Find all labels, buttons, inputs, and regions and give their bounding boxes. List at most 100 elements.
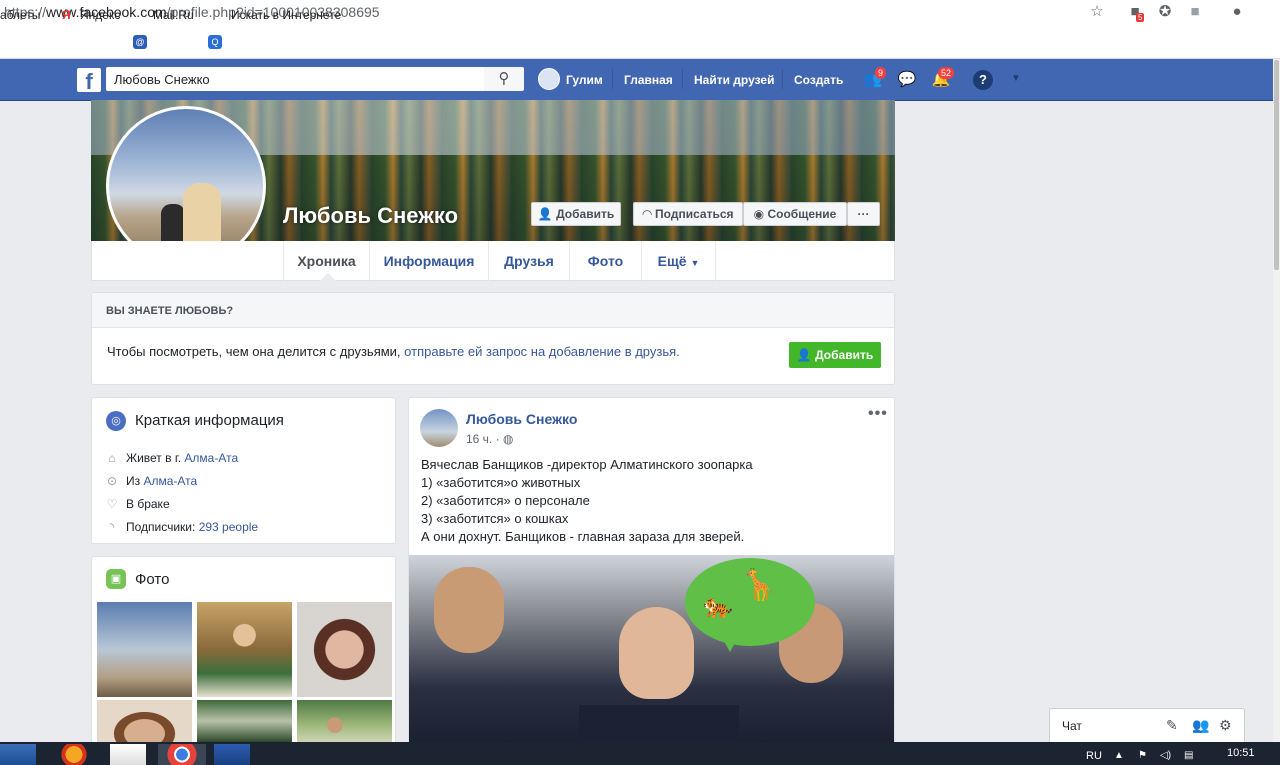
- followers-label: Подписчики:: [126, 520, 199, 534]
- do-you-know-text: Чтобы посмотреть, чем она делится с друз…: [107, 344, 680, 359]
- add-friend-label: Добавить: [556, 207, 615, 221]
- globe-privacy-icon: ◍: [502, 432, 514, 446]
- lives-in-label: Живет в г.: [126, 451, 185, 465]
- followers-count-link[interactable]: 293 people: [199, 520, 258, 534]
- photo-thumbnail[interactable]: [297, 700, 392, 742]
- post-image-person: [619, 607, 694, 699]
- home-icon: ⌂: [108, 451, 116, 465]
- tray-up-chevron-icon[interactable]: ▲: [1114, 750, 1124, 761]
- post-text-line: 1) «заботится»о животных: [421, 475, 581, 490]
- chrome-taskbar-icon[interactable]: [158, 744, 206, 765]
- photo-thumbnail[interactable]: [97, 700, 192, 742]
- photo-thumbnail[interactable]: [297, 602, 392, 697]
- yandex-browser-taskbar-icon[interactable]: [110, 744, 146, 765]
- search-icon: ⚲: [498, 70, 510, 87]
- new-message-icon[interactable]: ✎: [1166, 717, 1178, 734]
- heart-icon: ♡: [106, 497, 118, 511]
- photos-title[interactable]: Фото: [135, 571, 169, 588]
- tray-network-icon[interactable]: ▤: [1184, 750, 1193, 761]
- post-time-text: 16 ч.: [466, 432, 493, 446]
- post-timestamp[interactable]: 16 ч. · ◍: [466, 432, 513, 446]
- bookmark-search-internet[interactable]: Искать в Интернете: [231, 8, 341, 22]
- create-group-icon[interactable]: 👥: [1192, 717, 1209, 734]
- help-icon[interactable]: ?: [973, 70, 993, 90]
- account-menu-chevron-down-icon[interactable]: ▼: [1011, 73, 1021, 84]
- photo-thumbnail[interactable]: [97, 602, 192, 697]
- intro-from: ⊙ Из Алма-Ата: [104, 474, 197, 488]
- user-profile-link[interactable]: Гулим: [566, 73, 603, 87]
- bookmark-yandex[interactable]: Яндекс: [80, 8, 120, 22]
- intro-lives-in: ⌂ Живет в г. Алма-Ата: [104, 451, 238, 465]
- photo-thumbnail[interactable]: [197, 700, 292, 742]
- do-you-know-message: Чтобы посмотреть, чем она делится с друз…: [107, 344, 405, 359]
- extension-square-icon[interactable]: ■: [1186, 3, 1204, 21]
- intro-title: Краткая информация: [135, 412, 284, 429]
- extension-badge: 5: [1136, 13, 1145, 22]
- post-options-icon[interactable]: •••: [868, 405, 888, 423]
- add-friend-green-button[interactable]: 👤 Добавить: [789, 342, 881, 368]
- photo-thumbnail[interactable]: [197, 602, 292, 697]
- clock-time[interactable]: 10:51: [1227, 747, 1255, 759]
- profile-name[interactable]: Любовь Снежко: [283, 203, 458, 229]
- nav-find-friends[interactable]: Найти друзей: [694, 73, 774, 87]
- relationship-status: В браке: [126, 497, 170, 511]
- post-text-line: А они дохнут. Банщиков - главная зараза …: [421, 529, 745, 544]
- tray-flag-icon[interactable]: ⚑: [1138, 750, 1147, 761]
- post-text-line: Вячеслав Банщиков -директор Алматинского…: [421, 457, 753, 472]
- tray-volume-icon[interactable]: ◁): [1160, 750, 1171, 761]
- rss-followers-icon: ◝: [109, 520, 115, 534]
- more-options-button[interactable]: ···: [847, 202, 880, 226]
- add-friend-green-label: Добавить: [815, 348, 874, 362]
- globe-icon: ◎: [106, 411, 126, 431]
- bookmark-star-icon[interactable]: ☆: [1088, 3, 1106, 21]
- scrollbar-thumb[interactable]: [1274, 60, 1279, 270]
- lives-in-city-link[interactable]: Алма-Ата: [184, 451, 238, 465]
- post-author-avatar[interactable]: [420, 409, 458, 447]
- firefox-taskbar-icon[interactable]: [56, 744, 92, 765]
- do-you-know-title: ВЫ ЗНАЕТЕ ЛЮБОВЬ?: [106, 305, 234, 317]
- add-friend-button[interactable]: 👤 Добавить: [531, 202, 621, 226]
- add-friend-icon: 👤: [537, 207, 553, 221]
- location-pin-icon: ⊙: [106, 474, 118, 488]
- search-input[interactable]: [106, 67, 484, 91]
- nav-home[interactable]: Главная: [624, 73, 673, 87]
- follow-button[interactable]: ◠ Подписаться: [633, 202, 743, 226]
- tab-about[interactable]: Информация: [370, 241, 489, 281]
- follow-label: Подписаться: [655, 207, 734, 221]
- profile-icon[interactable]: ●: [1228, 3, 1246, 21]
- tab-more[interactable]: Ещё ▼: [642, 241, 716, 281]
- bookmark-tablets[interactable]: аблеты: [0, 8, 40, 22]
- intro-relationship: ♡ В браке: [104, 497, 170, 511]
- from-city-link[interactable]: Алма-Ата: [143, 474, 197, 488]
- post-image-person: [434, 567, 504, 653]
- active-tab-indicator: [320, 273, 336, 281]
- post-text-line: 3) «заботится» о кошках: [421, 511, 569, 526]
- thought-bubble: 🦒 🐅: [685, 558, 815, 646]
- yandex-icon: Я: [62, 8, 71, 22]
- messenger-small-icon: ◉: [753, 207, 765, 221]
- extension-star-icon[interactable]: ✪: [1156, 3, 1174, 21]
- giraffe-icon: 🦒: [740, 569, 778, 602]
- language-indicator[interactable]: RU: [1086, 750, 1102, 762]
- nav-create[interactable]: Создать: [794, 73, 843, 87]
- post-author-name[interactable]: Любовь Снежко: [466, 411, 577, 427]
- post-image[interactable]: [409, 555, 894, 745]
- tiger-icon: 🐅: [703, 593, 733, 620]
- tab-friends[interactable]: Друзья: [489, 241, 570, 281]
- media-player-taskbar-icon[interactable]: [0, 744, 36, 765]
- messenger-icon[interactable]: 💬: [895, 68, 919, 92]
- chat-settings-gear-icon[interactable]: ⚙: [1219, 717, 1232, 734]
- send-friend-request-link[interactable]: отправьте ей запрос на добавление в друз…: [404, 344, 680, 359]
- word-taskbar-icon[interactable]: [214, 744, 250, 765]
- add-friend-icon: 👤: [796, 348, 812, 362]
- chat-label[interactable]: Чат: [1062, 719, 1082, 733]
- bookmark-mailru[interactable]: Mail.Ru: [153, 8, 194, 22]
- message-button[interactable]: ◉ Сообщение: [743, 202, 847, 226]
- tab-photos[interactable]: Фото: [570, 241, 642, 281]
- mailru-icon: @: [133, 35, 147, 49]
- search-button[interactable]: ⚲: [484, 67, 524, 91]
- user-avatar[interactable]: [538, 68, 560, 90]
- tab-more-chevron-down-icon: ▼: [690, 258, 700, 268]
- facebook-logo-icon[interactable]: f: [77, 68, 101, 92]
- from-label: Из: [126, 474, 144, 488]
